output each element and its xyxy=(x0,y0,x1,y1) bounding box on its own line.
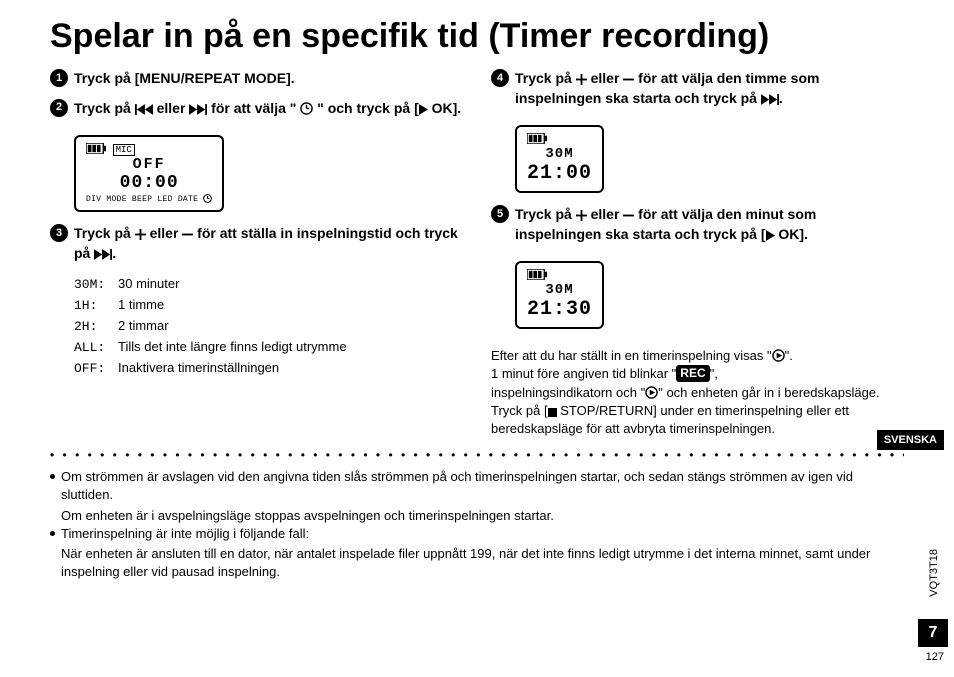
battery-icon xyxy=(527,269,547,280)
doc-code: VQT3T18 xyxy=(928,549,940,597)
next-icon xyxy=(761,94,779,105)
rec-chip: REC xyxy=(676,365,709,382)
step-1: 1 Tryck på [MENU/REPEAT MODE]. xyxy=(50,69,463,89)
page-number-small: 127 xyxy=(926,651,944,663)
stop-icon xyxy=(548,408,557,417)
plus-icon xyxy=(576,74,587,85)
play-icon xyxy=(419,104,428,115)
next-icon xyxy=(189,104,207,115)
duration-definitions: 30M:30 minuter 1H:1 timme 2H:2 timmar AL… xyxy=(74,274,463,380)
step-5: 5 Tryck på eller för att välja den minut… xyxy=(491,205,904,244)
lcd-screen-2: 30M 21:00 xyxy=(515,125,604,194)
clockplay-icon xyxy=(772,349,785,362)
play-icon xyxy=(766,230,775,241)
right-column: 4 Tryck på eller för att välja den timme… xyxy=(491,69,904,438)
page-title: Spelar in på en specifik tid (Timer reco… xyxy=(50,18,904,55)
step-4: 4 Tryck på eller för att välja den timme… xyxy=(491,69,904,108)
prev-icon xyxy=(135,104,153,115)
clockplay-icon xyxy=(645,386,658,399)
after-text: Efter att du har ställt in en timerinspe… xyxy=(491,347,904,438)
battery-icon xyxy=(86,143,106,154)
minus-icon xyxy=(623,210,634,221)
step-3: 3 Tryck på eller för att ställa in inspe… xyxy=(50,224,463,263)
step-number-4: 4 xyxy=(491,69,509,87)
step-2: 2 Tryck på eller för att välja " " och t… xyxy=(50,99,463,119)
step-number-5: 5 xyxy=(491,205,509,223)
step-number-1: 1 xyxy=(50,69,68,87)
step-number-3: 3 xyxy=(50,224,68,242)
battery-icon xyxy=(527,133,547,144)
language-tab: SVENSKA xyxy=(877,430,944,450)
separator-dots: • • • • • • • • • • • • • • • • • • • • … xyxy=(50,448,904,462)
step-number-2: 2 xyxy=(50,99,68,117)
page-number-box: 7 xyxy=(918,619,948,647)
footnotes: Om strömmen är avslagen vid den angivna … xyxy=(50,468,904,581)
clock-icon xyxy=(203,194,212,203)
lcd-screen-1: MIC OFF 00:00 DIV MODE BEEP LED DATE xyxy=(74,135,224,213)
plus-icon xyxy=(135,229,146,240)
left-column: 1 Tryck på [MENU/REPEAT MODE]. 2 Tryck p… xyxy=(50,69,463,438)
plus-icon xyxy=(576,210,587,221)
lcd-screen-3: 30M 21:30 xyxy=(515,261,604,330)
minus-icon xyxy=(182,229,193,240)
next-icon xyxy=(94,249,112,260)
clock-icon xyxy=(300,102,313,115)
minus-icon xyxy=(623,74,634,85)
